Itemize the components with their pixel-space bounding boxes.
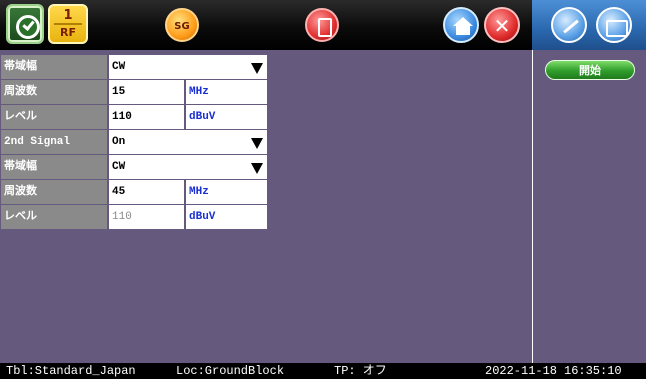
status-table: Tbl:Standard_Japan [6,364,136,378]
frequency-input-2[interactable]: 45 [109,180,184,204]
level-label-2: レベル [1,205,107,229]
save-button[interactable] [305,8,339,42]
second-signal-select[interactable]: On [109,130,267,154]
bandwidth-label-2: 帯域幅 [1,155,107,179]
rf-divider [54,23,82,25]
bandwidth-value: CW [112,61,126,73]
bandwidth-row-1: 帯域幅 CW [1,55,267,79]
dropdown-arrow-icon [251,138,263,149]
frequency-row-1: 周波数 15 MHz [1,80,267,104]
frequency-row-2: 周波数 45 MHz [1,180,267,204]
second-signal-row: 2nd Signal On [1,130,267,154]
top-toolbar: 1 RF SG ✕ [0,0,646,50]
second-signal-value: On [112,136,126,148]
bandwidth-label: 帯域幅 [1,55,107,79]
frequency-label: 周波数 [1,80,107,104]
settings-button[interactable] [551,7,587,43]
level-row-1: レベル 110 dBuV [1,105,267,129]
close-button[interactable]: ✕ [484,7,520,43]
bandwidth-value-2: CW [112,161,126,173]
home-icon-base [456,26,470,35]
bandwidth-select[interactable]: CW [109,55,267,79]
level-row-2: レベル 110 dBuV [1,205,267,229]
level-input[interactable]: 110 [109,105,184,129]
sg-icon: SG [174,21,190,32]
status-bar: Tbl:Standard_Japan Loc:GroundBlock TP: オ… [0,363,646,379]
folder-icon [606,20,628,37]
close-icon: ✕ [493,14,511,38]
rf-port-button[interactable]: 1 RF [48,4,88,44]
meter-mode-button[interactable] [6,4,44,44]
frequency-input[interactable]: 15 [109,80,184,104]
save-icon [318,18,332,37]
settings-icon [563,19,579,34]
frequency-label-2: 周波数 [1,180,107,204]
bandwidth-row-2: 帯域幅 CW [1,155,267,179]
dropdown-arrow-icon [251,63,263,74]
status-tp: TP: オフ [334,364,387,378]
home-button[interactable] [443,7,479,43]
status-location: Loc:GroundBlock [176,364,285,378]
meter-icon [16,15,40,39]
home-icon [453,17,473,26]
folder-button[interactable] [596,7,632,43]
dropdown-arrow-icon [251,163,263,174]
start-button[interactable]: 開始 [545,60,635,80]
signal-generator-screen: 1 RF SG ✕ 帯域幅 CW 周波数 15 MHz レベル 110 dBuV… [0,0,646,379]
level-input-2[interactable]: 110 [109,205,184,229]
level-unit[interactable]: dBuV [186,105,267,129]
level-unit-2[interactable]: dBuV [186,205,267,229]
frequency-unit[interactable]: MHz [186,80,267,104]
status-date: 2022-11-18 [485,364,558,378]
bandwidth-select-2[interactable]: CW [109,155,267,179]
status-time: 16:35:10 [564,364,622,378]
signal-settings-table: 帯域幅 CW 周波数 15 MHz レベル 110 dBuV 2nd Signa… [1,55,267,230]
rf-port-label: RF [60,26,76,39]
sg-button[interactable]: SG [165,8,199,42]
frequency-unit-2[interactable]: MHz [186,180,267,204]
rf-port-number: 1 [63,8,73,23]
right-control-panel: 開始 [532,50,646,363]
second-signal-label: 2nd Signal [1,130,107,154]
level-label: レベル [1,105,107,129]
